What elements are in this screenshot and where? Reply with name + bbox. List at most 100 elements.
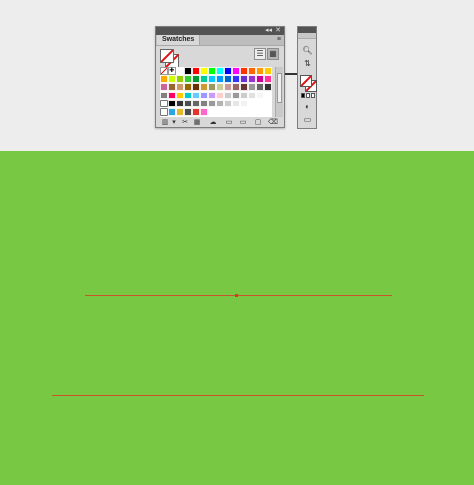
close-icon[interactable]: ✕ xyxy=(275,27,281,35)
swatch-cell[interactable] xyxy=(160,83,168,91)
swatch-cell[interactable] xyxy=(168,83,176,91)
swatch-cell[interactable] xyxy=(208,91,216,100)
drawing-mode-icon[interactable]: ◐ xyxy=(301,102,314,112)
swatch-cell[interactable] xyxy=(208,83,216,91)
swatch-cell[interactable] xyxy=(192,83,200,91)
swatch-cell[interactable] xyxy=(216,91,224,100)
folder-icon[interactable]: ▭ xyxy=(239,119,247,126)
swatch-cell[interactable]: ✚ xyxy=(168,67,176,75)
swatch-cell[interactable] xyxy=(192,91,200,100)
swatch-cell[interactable] xyxy=(168,99,176,108)
path-line-top[interactable] xyxy=(85,295,392,296)
swatch-cell[interactable] xyxy=(264,91,272,100)
swatch-cell[interactable] xyxy=(248,91,256,100)
swatch-cell[interactable] xyxy=(240,91,248,100)
swatch-cell[interactable] xyxy=(248,75,256,83)
swatch-cell[interactable] xyxy=(224,83,232,91)
color-mode-gradient[interactable] xyxy=(311,93,315,98)
swatch-cell[interactable] xyxy=(184,75,192,83)
swatch-cell[interactable] xyxy=(160,75,168,83)
swatch-cell[interactable] xyxy=(248,83,256,91)
swatch-cell[interactable] xyxy=(192,75,200,83)
swatch-cell[interactable] xyxy=(232,99,240,108)
zoom-icon[interactable]: 🔍︎ xyxy=(301,46,314,56)
swatch-cell[interactable] xyxy=(216,75,224,83)
new-swatch-icon[interactable]: ▢ xyxy=(254,119,262,126)
swatch-cell[interactable] xyxy=(176,99,184,108)
swatch-cell[interactable] xyxy=(168,108,176,116)
library-icon[interactable]: ▥ xyxy=(161,119,169,126)
swatch-group-icon[interactable]: ▦ xyxy=(193,119,201,126)
swatch-cell[interactable] xyxy=(184,91,192,100)
path-line-bottom[interactable] xyxy=(52,395,424,396)
swatch-cell[interactable] xyxy=(216,108,224,116)
swatch-cell[interactable] xyxy=(224,91,232,100)
anchor-point[interactable] xyxy=(235,294,238,297)
swatch-cell[interactable] xyxy=(184,99,192,108)
swatch-cell[interactable] xyxy=(200,83,208,91)
swatch-cell[interactable] xyxy=(240,75,248,83)
artboard-canvas[interactable] xyxy=(0,151,474,485)
swatch-cell[interactable] xyxy=(232,75,240,83)
swatch-cell[interactable] xyxy=(184,67,192,75)
swatch-cell[interactable] xyxy=(160,108,168,116)
swatch-cell[interactable] xyxy=(200,108,208,116)
swatch-cell[interactable] xyxy=(240,108,248,116)
swatch-cell[interactable] xyxy=(216,67,224,75)
swatch-cell[interactable] xyxy=(200,67,208,75)
swatch-cell[interactable] xyxy=(176,91,184,100)
swatch-cell[interactable] xyxy=(256,67,264,75)
swatch-cell[interactable] xyxy=(240,67,248,75)
swatch-cell[interactable] xyxy=(176,75,184,83)
swatch-cell[interactable] xyxy=(192,67,200,75)
swatch-cell[interactable] xyxy=(248,99,256,108)
swatch-cell[interactable] xyxy=(176,67,184,75)
swatch-cell[interactable] xyxy=(248,67,256,75)
swatch-cell[interactable] xyxy=(232,108,240,116)
swatch-cell[interactable] xyxy=(264,67,272,75)
swatch-cell[interactable] xyxy=(256,75,264,83)
scroll-thumb[interactable] xyxy=(277,73,282,103)
swatch-cell[interactable] xyxy=(176,83,184,91)
swatch-cell[interactable] xyxy=(208,67,216,75)
tools-grip[interactable] xyxy=(298,33,316,39)
swatch-cell[interactable] xyxy=(224,99,232,108)
color-mode-icon[interactable] xyxy=(301,93,315,99)
swatch-cell[interactable] xyxy=(256,83,264,91)
swatch-cell[interactable] xyxy=(200,99,208,108)
swatch-cell[interactable] xyxy=(264,83,272,91)
swatch-cell[interactable] xyxy=(192,108,200,116)
swatch-cell[interactable] xyxy=(248,108,256,116)
swatch-cell[interactable] xyxy=(200,91,208,100)
swatch-cell[interactable] xyxy=(224,75,232,83)
swatch-cell[interactable] xyxy=(256,108,264,116)
swatch-cell[interactable] xyxy=(192,99,200,108)
swatch-cell[interactable] xyxy=(208,75,216,83)
swatch-cell[interactable] xyxy=(208,108,216,116)
swatch-cell[interactable] xyxy=(216,83,224,91)
color-mode-fill[interactable] xyxy=(301,93,305,98)
collapse-icon[interactable]: ◂◂ xyxy=(265,27,272,35)
swatch-cell[interactable] xyxy=(232,91,240,100)
show-options-icon[interactable]: ✂ xyxy=(181,119,189,126)
swatch-cell[interactable] xyxy=(216,99,224,108)
swatch-cell[interactable] xyxy=(208,99,216,108)
fill-swatch[interactable] xyxy=(160,49,174,63)
new-group-icon[interactable]: ▭ xyxy=(225,119,233,126)
swatch-cell[interactable] xyxy=(264,75,272,83)
fill-stroke-icon[interactable] xyxy=(300,75,317,92)
swatch-cell[interactable] xyxy=(160,67,168,75)
panel-menu-icon[interactable]: ≡ xyxy=(277,35,281,45)
swatch-cell[interactable] xyxy=(264,99,272,108)
swatch-cell[interactable] xyxy=(224,108,232,116)
fill-stroke-indicator[interactable] xyxy=(160,49,179,68)
tool-fill-swatch[interactable] xyxy=(300,75,312,87)
list-view-icon[interactable]: ☰ xyxy=(254,48,266,60)
swatch-cell[interactable] xyxy=(168,75,176,83)
swatch-cell[interactable] xyxy=(232,83,240,91)
panel-title-bar[interactable]: ◂◂ ✕ xyxy=(156,27,284,35)
swatch-cell[interactable] xyxy=(264,108,272,116)
swatch-cell[interactable] xyxy=(224,67,232,75)
swatch-cell[interactable] xyxy=(176,108,184,116)
swap-icon[interactable]: ⇅ xyxy=(301,59,314,69)
